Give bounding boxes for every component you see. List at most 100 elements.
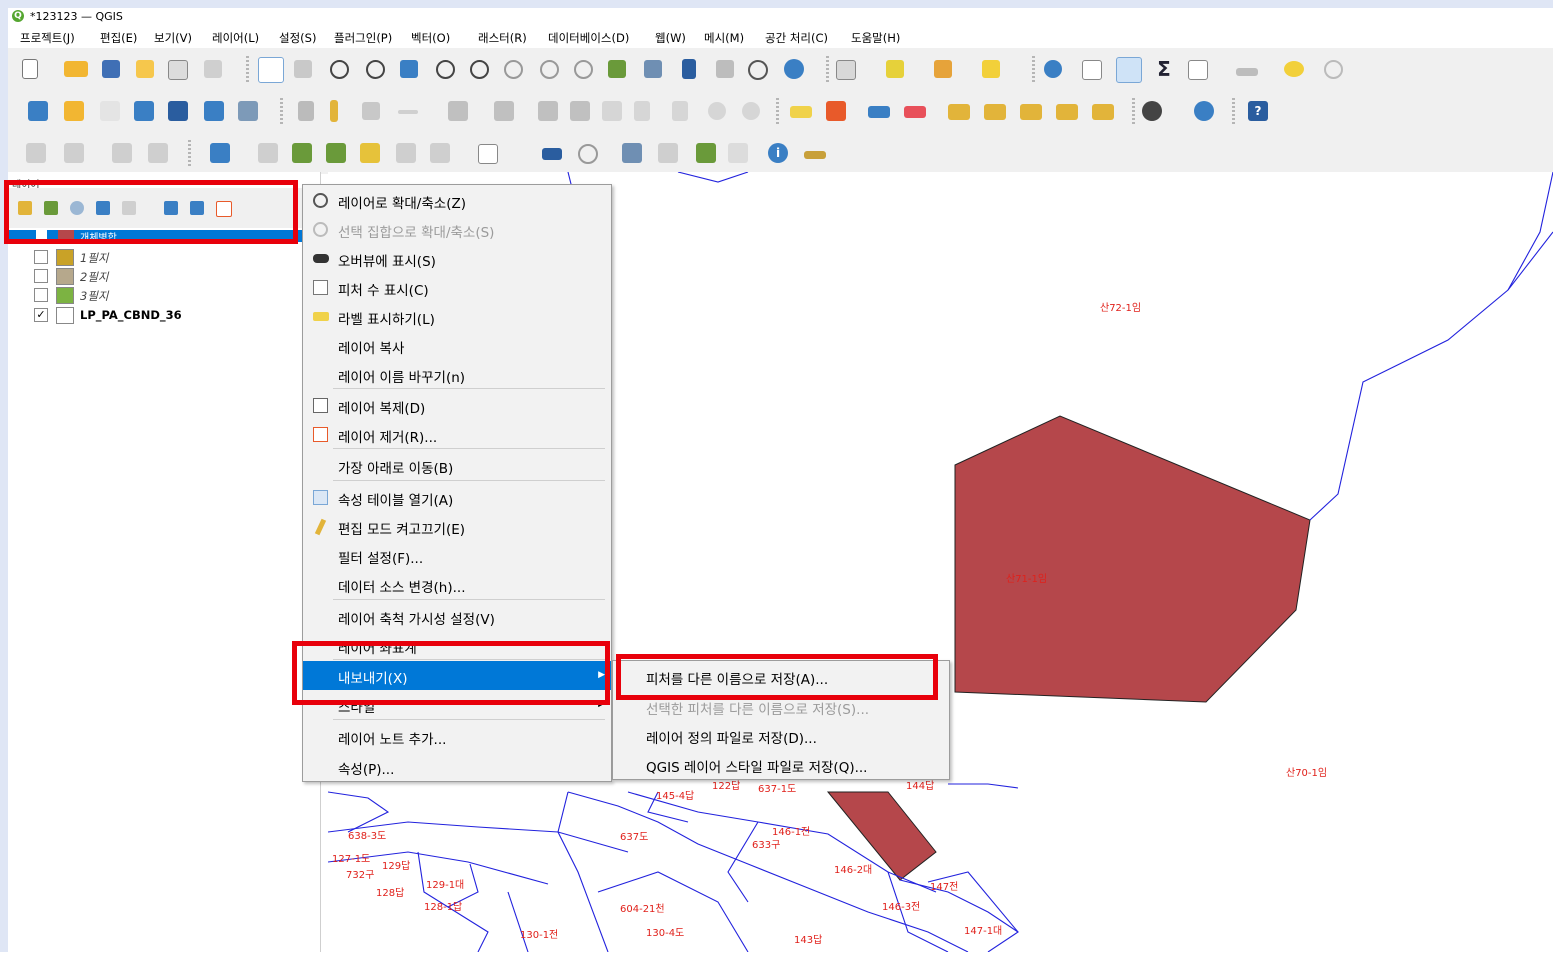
pan-hand-icon[interactable]: [258, 57, 284, 83]
save-project-icon[interactable]: [102, 60, 120, 78]
diagram-icon[interactable]: [826, 101, 846, 121]
select-by-value-icon[interactable]: [886, 60, 904, 78]
text-line-icon[interactable]: [430, 143, 450, 163]
show-bookmarks-icon[interactable]: [716, 60, 734, 78]
menu-item[interactable]: 래스터(R): [478, 30, 527, 46]
identify-icon[interactable]: [1044, 60, 1062, 78]
cut-features-icon[interactable]: [602, 101, 622, 121]
new-3d-view-icon[interactable]: [644, 60, 662, 78]
context-menu-item[interactable]: 선택 집합으로 확대/축소(S): [303, 215, 611, 244]
refresh-icon[interactable]: [784, 59, 804, 79]
processing-model-icon[interactable]: [696, 143, 716, 163]
text-box-icon[interactable]: [478, 144, 498, 164]
zoom-out-icon[interactable]: [366, 60, 385, 79]
context-menu-item[interactable]: 레이어 이름 바꾸기(n): [303, 360, 611, 389]
modify-attributes-icon[interactable]: [538, 101, 558, 121]
open-project-icon[interactable]: [64, 61, 88, 77]
snapping-icon[interactable]: [112, 143, 132, 163]
context-menu-item[interactable]: 레이어 축척 가시성 설정(V): [303, 602, 611, 631]
python-console-icon[interactable]: [1194, 101, 1214, 121]
wrench-icon[interactable]: [804, 151, 826, 159]
shape-digitizing-icon[interactable]: [64, 143, 84, 163]
menu-item[interactable]: 공간 처리(C): [765, 30, 828, 46]
move-label-icon[interactable]: [948, 104, 970, 120]
new-project-icon[interactable]: [22, 59, 38, 79]
add-wms-icon[interactable]: [168, 101, 188, 121]
add-line-icon[interactable]: [398, 110, 418, 114]
export-submenu-item[interactable]: 레이어 정의 파일로 저장(D)...: [613, 721, 949, 750]
context-menu-item[interactable]: 속성(P)...: [303, 752, 611, 781]
context-menu-item[interactable]: 오버뷰에 표시(S): [303, 244, 611, 273]
current-edits-icon[interactable]: [298, 101, 314, 121]
zoom-next-icon[interactable]: [574, 60, 593, 79]
zoom-to-selection-icon[interactable]: [436, 60, 455, 79]
context-menu-item[interactable]: 속성 테이블 열기(A): [303, 483, 611, 512]
show-hide-label-icon[interactable]: [984, 104, 1006, 120]
digitize-polygon-icon[interactable]: [292, 143, 312, 163]
label-toolbar-icon[interactable]: [790, 106, 812, 118]
add-vector-icon[interactable]: [100, 101, 120, 121]
digitize-curve-icon[interactable]: [326, 143, 346, 163]
vertex-tool-icon[interactable]: [494, 101, 514, 121]
menu-item[interactable]: 웹(W): [655, 30, 686, 46]
menu-item[interactable]: 벡터(O): [411, 30, 450, 46]
text-annotation-icon[interactable]: [210, 143, 230, 163]
label-properties-icon[interactable]: [1092, 104, 1114, 120]
map-tips-icon[interactable]: [1284, 61, 1304, 77]
measure-icon[interactable]: [542, 148, 562, 160]
temporal-clock-icon[interactable]: [748, 60, 768, 80]
bookmark-icon[interactable]: [682, 59, 696, 79]
text-point-icon[interactable]: [396, 143, 416, 163]
measure-line-icon[interactable]: [1236, 68, 1258, 76]
new-layer-icon[interactable]: [64, 101, 84, 121]
menu-item[interactable]: 메시(M): [704, 30, 744, 46]
save-as-icon[interactable]: [136, 60, 154, 78]
zoom-last-icon[interactable]: [540, 60, 559, 79]
digitize-icon[interactable]: [134, 101, 154, 121]
open-attribute-table-icon[interactable]: [1188, 60, 1208, 80]
deselect-icon[interactable]: [934, 60, 952, 78]
zoom-to-layer-icon[interactable]: [470, 60, 489, 79]
field-calculator-icon[interactable]: [1116, 57, 1142, 83]
paste-features-icon[interactable]: [672, 101, 688, 121]
menu-item[interactable]: 편집(E): [100, 30, 137, 46]
pin-label-icon[interactable]: [868, 106, 890, 118]
crosshair-icon[interactable]: [578, 144, 598, 164]
plugin-icon[interactable]: [1142, 101, 1162, 121]
context-menu-item[interactable]: 레이어 복사: [303, 331, 611, 360]
new-map-view-icon[interactable]: [608, 60, 626, 78]
layer-visibility-checkbox[interactable]: ✓: [34, 308, 48, 322]
layer-visibility-checkbox[interactable]: [34, 250, 48, 264]
context-menu-item[interactable]: 가장 아래로 이동(B): [303, 451, 611, 480]
zoom-in-icon[interactable]: [330, 60, 349, 79]
zoom-native-icon[interactable]: [504, 60, 523, 79]
layer-visibility-checkbox[interactable]: [34, 269, 48, 283]
context-menu-item[interactable]: 레이어로 확대/축소(Z): [303, 186, 611, 215]
redo-icon[interactable]: [742, 102, 760, 120]
context-menu-item[interactable]: 레이어 노트 추가...: [303, 722, 611, 751]
context-menu-item[interactable]: 편집 모드 켜고끄기(E): [303, 512, 611, 541]
info-icon[interactable]: i: [768, 143, 788, 163]
context-menu-item[interactable]: 피처 수 표시(C): [303, 273, 611, 302]
undo-icon[interactable]: [708, 102, 726, 120]
tracing-icon[interactable]: [148, 143, 168, 163]
georeference-icon[interactable]: [622, 143, 642, 163]
export-submenu-item[interactable]: QGIS 레이어 스타일 파일로 저장(Q)...: [613, 750, 949, 779]
select-features-icon[interactable]: [836, 60, 856, 80]
add-raster-icon[interactable]: [204, 101, 224, 121]
menu-item[interactable]: 설정(S): [279, 30, 316, 46]
star-icon[interactable]: [360, 143, 380, 163]
context-menu-item[interactable]: 레이어 제거(R)...: [303, 420, 611, 449]
select-by-location-icon[interactable]: [982, 60, 1000, 78]
print-layout-icon[interactable]: [168, 60, 188, 80]
menu-item[interactable]: 플러그인(P): [334, 30, 392, 46]
layer-visibility-checkbox[interactable]: [34, 288, 48, 302]
menu-item[interactable]: 보기(V): [154, 30, 192, 46]
help-icon[interactable]: ?: [1248, 101, 1268, 121]
add-polygon-icon[interactable]: [448, 101, 468, 121]
data-source-manager-icon[interactable]: [28, 101, 48, 121]
delete-selected-icon[interactable]: [570, 101, 590, 121]
menu-item[interactable]: 데이터베이스(D): [548, 30, 629, 46]
context-menu-item[interactable]: 레이어 복제(D): [303, 391, 611, 420]
highlight-label-icon[interactable]: [904, 106, 926, 118]
